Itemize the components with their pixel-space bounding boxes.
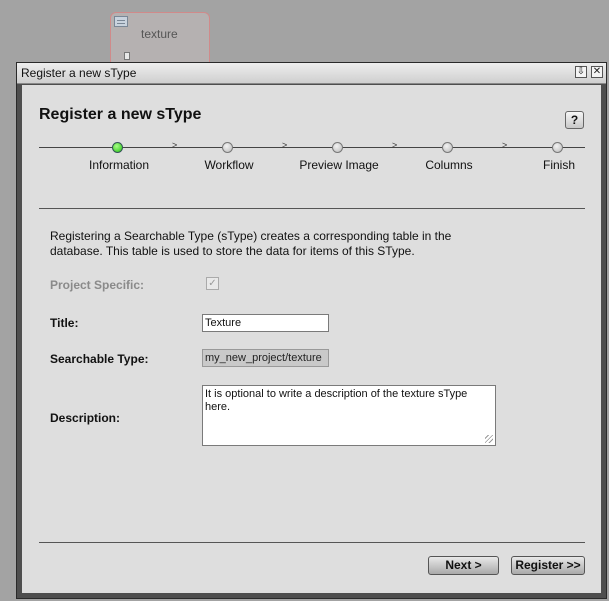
dialog-titlebar[interactable]: Register a new sType ⇩ ✕ bbox=[17, 63, 606, 84]
step-preview-image-indicator[interactable] bbox=[332, 142, 343, 153]
help-button[interactable]: ? bbox=[565, 111, 584, 129]
checkmark-icon: ✓ bbox=[208, 278, 217, 289]
divider bbox=[39, 208, 585, 209]
table-icon bbox=[114, 16, 128, 27]
step-arrow: > bbox=[502, 140, 508, 150]
step-arrow: > bbox=[282, 140, 288, 150]
resize-grip-icon[interactable] bbox=[485, 435, 493, 443]
page-title: Register a new sType bbox=[39, 106, 202, 123]
window-title: Register a new sType bbox=[21, 66, 137, 80]
close-icon[interactable]: ✕ bbox=[591, 66, 603, 78]
step-finish-label[interactable]: Finish bbox=[509, 158, 609, 173]
step-workflow-indicator[interactable] bbox=[222, 142, 233, 153]
step-arrow: > bbox=[172, 140, 178, 150]
dialog-content: Register a new sType ? > > > > Informati… bbox=[22, 85, 601, 593]
register-stype-dialog: Register a new sType ⇩ ✕ Register a new … bbox=[16, 62, 607, 599]
step-columns-indicator[interactable] bbox=[442, 142, 453, 153]
intro-text: Registering a Searchable Type (sType) cr… bbox=[50, 229, 452, 258]
project-specific-checkbox[interactable]: ✓ bbox=[206, 277, 219, 290]
description-text: It is optional to write a description of… bbox=[205, 388, 468, 413]
step-columns-label[interactable]: Columns bbox=[399, 158, 499, 173]
title-input[interactable]: Texture bbox=[202, 314, 329, 332]
searchable-type-field: my_new_project/texture bbox=[202, 349, 329, 367]
footer-divider bbox=[39, 542, 585, 543]
title-label: Title: bbox=[50, 316, 79, 330]
step-preview-image-label[interactable]: Preview Image bbox=[289, 158, 389, 173]
download-arrow-icon[interactable]: ⇩ bbox=[575, 66, 587, 78]
node-handle[interactable] bbox=[124, 52, 130, 60]
project-specific-label: Project Specific: bbox=[50, 278, 145, 292]
next-button[interactable]: Next > bbox=[428, 556, 499, 575]
searchable-type-label: Searchable Type: bbox=[50, 352, 149, 366]
step-finish-indicator[interactable] bbox=[552, 142, 563, 153]
step-arrow: > bbox=[392, 140, 398, 150]
register-button[interactable]: Register >> bbox=[511, 556, 585, 575]
description-label: Description: bbox=[50, 411, 121, 425]
step-information-indicator[interactable] bbox=[112, 142, 123, 153]
node-label: texture bbox=[141, 27, 178, 41]
description-textarea[interactable]: It is optional to write a description of… bbox=[202, 385, 496, 446]
step-information-label[interactable]: Information bbox=[69, 158, 169, 173]
step-workflow-label[interactable]: Workflow bbox=[179, 158, 279, 173]
